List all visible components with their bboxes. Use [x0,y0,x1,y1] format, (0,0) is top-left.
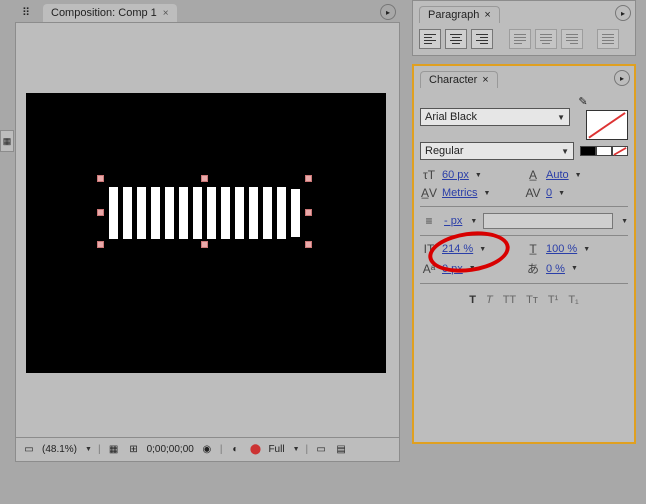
tab-label: Composition: Comp 1 [51,7,157,19]
leading-value[interactable]: Auto [546,169,569,181]
panel-menu-button[interactable]: ▸ [614,70,630,86]
composition-viewer[interactable]: ▭ (48.1%) ▼ | ▦ ⊞ 0;00;00;00 ◉ | ◐ ⬤ Ful… [15,22,400,462]
font-size-value[interactable]: 60 px [442,169,469,181]
chevron-down-icon[interactable]: ▼ [468,218,477,225]
chevron-down-icon: ▼ [561,147,569,156]
close-icon[interactable]: × [484,9,490,21]
baseline-shift-value[interactable]: 0 px [442,263,463,275]
mask-icon[interactable]: ◐ [228,443,242,457]
all-caps-button[interactable]: TT [503,294,516,306]
color-icon[interactable]: ⬤ [248,443,262,457]
paragraph-panel: Paragraph × ▸ [412,0,636,56]
tool-button[interactable]: ▦ [0,130,14,152]
horizontal-scale-value[interactable]: 100 % [546,243,577,255]
kerning-icon: A̲V [420,186,438,200]
stroke-style-dropdown[interactable] [483,213,613,229]
tsume-icon: あ [524,260,542,277]
tab-paragraph[interactable]: Paragraph × [419,6,500,23]
safe-zone-icon[interactable]: ⊞ [127,443,141,457]
composition-panel: ⠿ Composition: Comp 1 × ▸ [15,0,400,504]
justify-all-button[interactable] [597,29,619,49]
font-family-dropdown[interactable]: Arial Black ▼ [420,108,570,126]
vertical-scale-icon: IT [420,242,438,256]
small-caps-button[interactable]: Tᴛ [526,294,538,306]
chevron-down-icon[interactable]: ▼ [581,246,590,253]
baseline-shift-icon: Aᵃ [420,262,438,276]
chevron-down-icon[interactable]: ▼ [473,172,482,179]
justify-center-button[interactable] [535,29,557,49]
chevron-down-icon[interactable]: ▼ [83,446,92,453]
font-style-dropdown[interactable]: Regular ▼ [420,142,574,160]
grid-icon[interactable]: ▦ [107,443,121,457]
composition-canvas[interactable] [26,93,386,373]
chevron-down-icon: ▼ [557,113,565,122]
chevron-down-icon[interactable]: ▼ [556,190,565,197]
stroke-width-icon: ≡ [420,214,438,228]
horizontal-scale-icon: T̲ [524,242,542,256]
leading-icon: A̲ [524,168,542,182]
chevron-down-icon[interactable]: ▼ [291,446,300,453]
align-left-button[interactable] [419,29,441,49]
character-panel: Character × ▸ Arial Black ▼ ✎ [412,64,636,444]
subscript-button[interactable]: T₁ [568,294,578,306]
fill-color-swatch[interactable] [586,110,628,140]
chevron-down-icon[interactable]: ▼ [573,172,582,179]
tracking-icon: AV [524,186,542,200]
font-style-value: Regular [425,145,464,157]
chevron-down-icon[interactable]: ▼ [481,190,490,197]
stroke-width-value[interactable]: - px [444,215,462,227]
faux-italic-button[interactable]: T [486,294,493,306]
chevron-down-icon[interactable]: ▼ [569,265,578,272]
tab-composition[interactable]: Composition: Comp 1 × [43,4,177,22]
tracking-value[interactable]: 0 [546,187,552,199]
snapshot-icon[interactable]: ◉ [200,443,214,457]
viewer-status-bar: ▭ (48.1%) ▼ | ▦ ⊞ 0;00;00;00 ◉ | ◐ ⬤ Ful… [16,437,399,461]
justify-right-button[interactable] [561,29,583,49]
text-layer[interactable] [101,179,311,249]
justify-left-button[interactable] [509,29,531,49]
close-icon[interactable]: × [163,8,169,19]
font-size-icon: τT [420,168,438,182]
align-right-button[interactable] [471,29,493,49]
chevron-down-icon[interactable]: ▼ [467,265,476,272]
channel-icon[interactable]: ▤ [334,443,348,457]
font-family-value: Arial Black [425,111,477,123]
tab-label: Character [429,74,477,86]
chevron-down-icon[interactable]: ▼ [477,246,486,253]
resolution-value[interactable]: Full [268,444,284,455]
kerning-value[interactable]: Metrics [442,187,477,199]
tab-character[interactable]: Character × [420,71,498,88]
panel-grip-icon: ⠿ [19,5,33,19]
faux-bold-button[interactable]: T [469,294,476,306]
tab-label: Paragraph [428,9,479,21]
layout-icon[interactable]: ▭ [22,443,36,457]
eyedropper-icon[interactable]: ✎ [576,94,590,108]
timecode-value[interactable]: 0;00;00;00 [147,444,194,455]
view-icon[interactable]: ▭ [314,443,328,457]
align-center-button[interactable] [445,29,467,49]
panel-menu-button[interactable]: ▸ [615,5,631,21]
tsume-value[interactable]: 0 % [546,263,565,275]
panel-menu-button[interactable]: ▸ [380,4,396,20]
vertical-scale-value[interactable]: 214 % [442,243,473,255]
stroke-color-swatches[interactable] [580,146,628,156]
chevron-down-icon[interactable]: ▼ [619,218,628,225]
close-icon[interactable]: × [482,74,488,86]
superscript-button[interactable]: T¹ [548,294,558,306]
zoom-value[interactable]: (48.1%) [42,444,77,455]
